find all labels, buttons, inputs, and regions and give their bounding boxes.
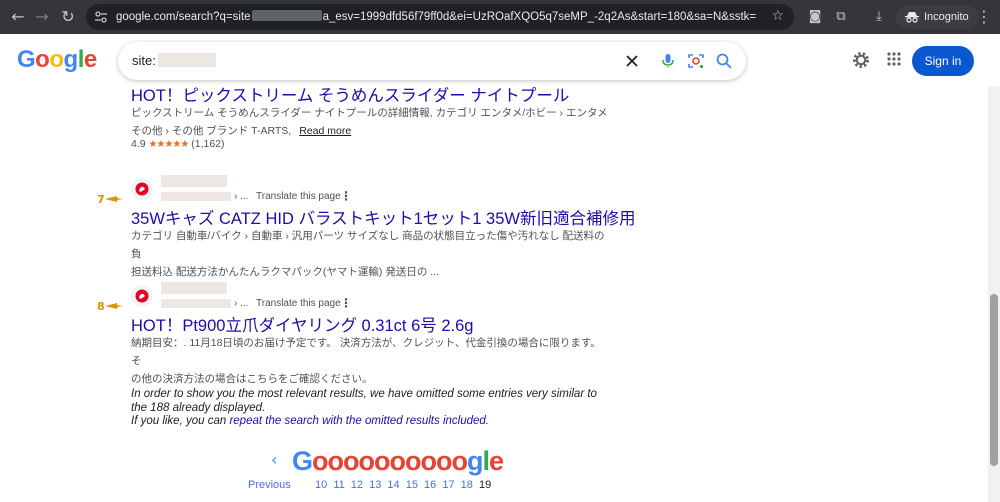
incognito-badge[interactable]: Incognito <box>896 5 979 29</box>
result-title-link[interactable]: HOT！Pt900立爪ダイヤリング 0.31ct 6号 2.6g <box>131 312 473 336</box>
extensions-icon[interactable]: ⧉ <box>832 8 850 26</box>
page-link[interactable]: 16 <box>424 479 436 491</box>
search-query[interactable]: site: <box>132 53 216 68</box>
current-page: 19 <box>478 479 492 491</box>
redacted-site-url <box>161 192 231 201</box>
chevron-left-icon[interactable]: ‹ <box>271 450 277 469</box>
arrow-right-icon[interactable]: → <box>32 7 52 27</box>
page-link[interactable]: 11 <box>333 479 344 491</box>
star-icon[interactable]: ☆ <box>771 8 784 24</box>
scrollbar-thumb[interactable] <box>990 294 998 466</box>
result-snippet: 納期目安：. 11月18日頃のお届け予定です。 決済方法が、クレジット、代金引換… <box>131 337 601 385</box>
arrow-left-icon[interactable]: ← <box>8 7 28 27</box>
download-icon[interactable]: ⤓ <box>870 8 888 26</box>
address-bar[interactable]: google.com/search?q=site a_esv=1999dfd56f… <box>86 4 794 30</box>
page-numbers: 10 11 12 13 14 15 16 17 18 19 <box>315 479 494 491</box>
microphone-icon[interactable] <box>658 51 678 71</box>
arrow-marker-icon <box>104 196 123 202</box>
page-link[interactable]: 17 <box>442 479 454 491</box>
previous-page-link[interactable]: Previous <box>248 479 291 491</box>
incognito-icon <box>905 12 919 23</box>
page-scrollbar[interactable] <box>988 86 1000 502</box>
redacted-site-name <box>161 175 227 187</box>
page-link[interactable]: 15 <box>406 479 418 491</box>
search-icon[interactable] <box>714 51 734 71</box>
translate-link[interactable]: Translate this page <box>256 298 341 309</box>
result-options-icon[interactable]: ⋮ <box>340 189 352 203</box>
page-link[interactable]: 14 <box>387 479 399 491</box>
result-title-link[interactable]: 35Wキャズ CATZ HID バラストキット1セット1 35W新旧適合補修用 <box>131 205 635 229</box>
result-marker: 7 <box>97 193 123 207</box>
result-marker: 8 <box>97 300 123 314</box>
site-info-icon[interactable] <box>94 10 108 24</box>
browser-menu-icon[interactable]: ⋮ <box>976 7 992 26</box>
repeat-search-link[interactable]: repeat the search with the omitted resul… <box>229 415 485 427</box>
page-link[interactable]: 13 <box>369 479 381 491</box>
redacted-site-name <box>161 282 227 294</box>
camera-icon[interactable]: ◙ <box>806 8 824 26</box>
google-logo[interactable]: Google <box>17 46 97 74</box>
rating-row: 4.9 ★★★★★ (1,162) <box>131 138 225 150</box>
arrow-marker-icon <box>104 303 123 309</box>
sign-in-button[interactable]: Sign in <box>912 46 974 76</box>
result-snippet: カテゴリ 自動車/バイク › 自動車 › 汎用パーツ サイズなし 商品の状態目立… <box>131 230 605 278</box>
page-link[interactable]: 18 <box>461 479 473 491</box>
redacted-site-url <box>161 299 231 308</box>
read-more-link[interactable]: Read more <box>299 125 351 137</box>
site-logo-icon <box>135 289 149 303</box>
search-input[interactable]: site: <box>118 42 746 80</box>
translate-link[interactable]: Translate this page <box>256 191 341 202</box>
redacted-text <box>157 53 216 67</box>
result-title-link[interactable]: HOT！ピックストリーム そうめんスライダー ナイトプール <box>131 82 569 106</box>
google-header: Google site: Sign in <box>0 34 1000 86</box>
page-link[interactable]: 12 <box>351 479 363 491</box>
site-favicon[interactable] <box>131 285 153 307</box>
camera-lens-icon[interactable] <box>686 51 706 71</box>
omitted-results-notice: In order to show you the most relevant r… <box>131 388 597 427</box>
close-icon[interactable] <box>622 51 642 71</box>
redacted-text <box>251 10 322 21</box>
apps-grid-icon[interactable] <box>886 51 902 67</box>
site-favicon[interactable] <box>131 178 153 200</box>
site-logo-icon <box>135 182 149 196</box>
rating-stars-icon: ★★★★★ <box>148 139 190 150</box>
result-options-icon[interactable]: ⋮ <box>340 296 352 310</box>
reload-icon[interactable]: ↻ <box>58 7 78 27</box>
pagination-logo: Goooooooooogle <box>292 446 504 476</box>
gear-icon[interactable] <box>851 50 871 70</box>
page-link[interactable]: 10 <box>315 479 327 491</box>
url-text: google.com/search?q=site a_esv=1999dfd56f… <box>116 10 756 23</box>
result-snippet: ピックストリーム そうめんスライダー ナイトプールの詳細情報, カテゴリ エンタ… <box>131 107 608 137</box>
browser-toolbar: ← → ↻ google.com/search?q=site a_esv=1999… <box>0 0 1000 34</box>
